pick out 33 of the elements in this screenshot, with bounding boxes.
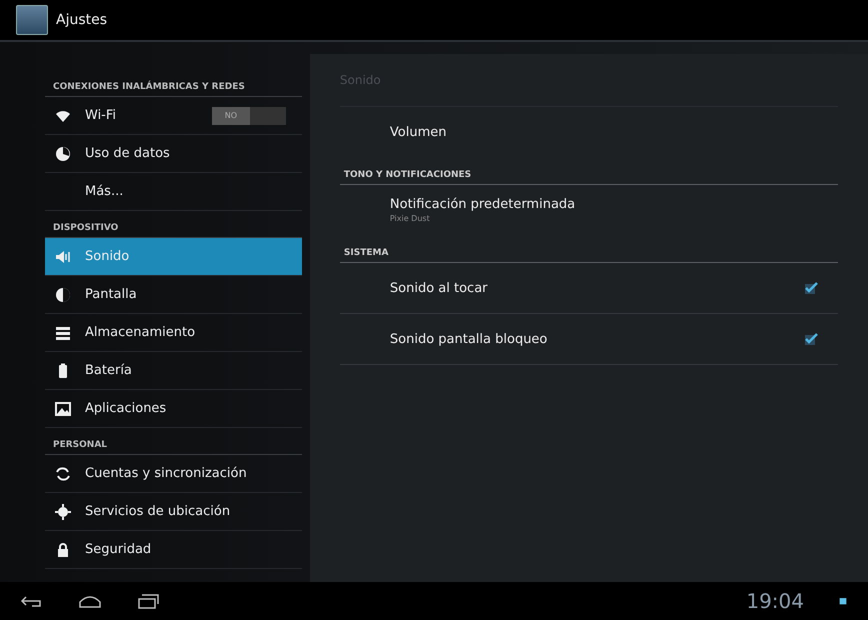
settings-item[interactable]: Batería: [45, 352, 302, 390]
settings-item[interactable]: Aplicaciones: [45, 390, 302, 428]
section-header: SISTEMA: [340, 236, 838, 263]
settings-item[interactable]: Servicios de ubicación: [45, 493, 302, 531]
pie-chart-icon: [55, 146, 71, 162]
settings-item[interactable]: Seguridad: [45, 531, 302, 569]
checkbox[interactable]: [804, 332, 818, 346]
contrast-icon: [55, 286, 71, 302]
settings-item[interactable]: Uso de datos: [45, 135, 302, 173]
item-summary: Pixie Dust: [390, 214, 431, 223]
clock: 19:04: [746, 589, 804, 613]
recent-apps-icon[interactable]: [136, 593, 160, 609]
picture-icon: [55, 400, 71, 416]
lock-icon: [55, 542, 71, 558]
list-icon: [55, 324, 71, 340]
settings-item[interactable]: Sonido al tocar: [340, 263, 838, 314]
settings-item[interactable]: Wi-Fi NO: [45, 97, 302, 135]
sync-icon: [55, 466, 71, 482]
settings-item[interactable]: Cuentas y sincronización: [45, 455, 302, 493]
window-title: Ajustes: [56, 12, 108, 28]
checkbox[interactable]: [804, 281, 818, 295]
settings-item[interactable]: Notificación predeterminada Pixie Dust: [340, 185, 838, 236]
settings-item[interactable]: Almacenamiento: [45, 314, 302, 352]
section-header: CONEXIONES INALÁMBRICAS Y REDES: [45, 70, 302, 97]
section-header: PERSONAL: [45, 428, 302, 455]
section-header: TONO Y NOTIFICACIONES: [340, 158, 838, 185]
settings-item[interactable]: Sonido pantalla bloqueo: [340, 314, 838, 365]
app-icon[interactable]: [16, 5, 48, 35]
location-icon: [55, 504, 71, 520]
settings-item[interactable]: Pantalla: [45, 276, 302, 314]
settings-item[interactable]: Volumen: [340, 107, 838, 158]
speaker-icon: [55, 248, 71, 264]
settings-item[interactable]: Más...: [45, 173, 302, 211]
